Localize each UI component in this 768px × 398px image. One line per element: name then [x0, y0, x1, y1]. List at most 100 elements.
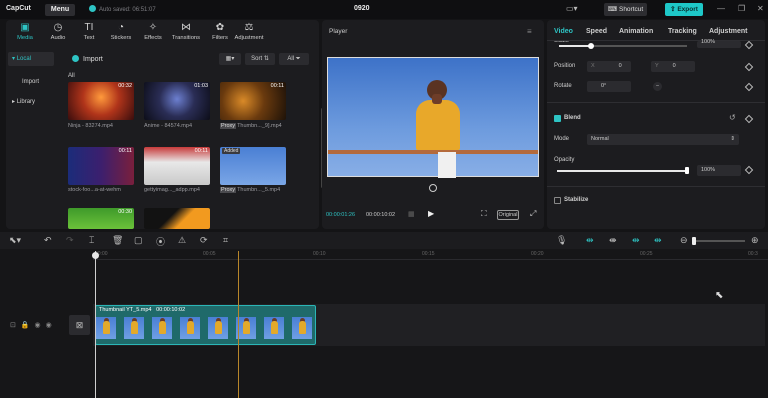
- media-item[interactable]: 00:32: [68, 82, 134, 120]
- media-item[interactable]: [144, 208, 210, 229]
- position-keyframe-icon[interactable]: [744, 62, 754, 72]
- mode-select[interactable]: Normal ⇕: [587, 134, 739, 145]
- zoom-in-icon[interactable]: ⊕: [751, 235, 759, 246]
- opacity-slider-knob[interactable]: [685, 167, 689, 174]
- stabilize-label: Stabilize: [564, 197, 589, 203]
- video-preview[interactable]: [327, 57, 539, 178]
- maximize-icon[interactable]: ❐: [738, 4, 745, 13]
- cover-icon[interactable]: ⊡: [10, 322, 16, 329]
- scale-keyframe-icon[interactable]: [744, 40, 754, 50]
- sidebar-item-import[interactable]: Import: [8, 75, 54, 89]
- frame-grid-icon[interactable]: ▦: [408, 210, 415, 218]
- media-item[interactable]: 00:30: [68, 208, 134, 229]
- scale-input[interactable]: 100%: [697, 39, 741, 48]
- opacity-input[interactable]: 100%: [697, 165, 741, 176]
- split-icon[interactable]: ⌶: [89, 235, 94, 246]
- close-icon[interactable]: ✕: [757, 4, 764, 13]
- rotate-icon[interactable]: ⟳: [200, 235, 208, 246]
- undo-icon[interactable]: ↶: [44, 235, 52, 246]
- zoom-slider[interactable]: [693, 240, 745, 242]
- reverse-icon[interactable]: ⦿: [156, 235, 165, 248]
- sort-button[interactable]: Sort ⇅: [245, 53, 275, 65]
- mirror-icon[interactable]: ⚠: [178, 235, 186, 246]
- stickers-icon: ◔: [117, 22, 125, 33]
- opacity-keyframe-icon[interactable]: [744, 165, 754, 175]
- snap-icon[interactable]: ⇹: [632, 235, 640, 246]
- sidebar-item-local[interactable]: ▾ Local: [8, 52, 54, 66]
- tool-effects[interactable]: ✧ Effects: [138, 22, 168, 41]
- tool-bar: ▣ Media ◷ Audio TI Text ◔ Stickers ✧ Effects …: [6, 20, 319, 48]
- clip-frame: [152, 317, 172, 339]
- delete-icon[interactable]: 🗑: [112, 235, 123, 246]
- freeze-icon[interactable]: ▢: [134, 235, 143, 246]
- select-tool-icon[interactable]: ⬉▾: [9, 235, 21, 246]
- rotate-dial-icon[interactable]: –: [653, 82, 662, 91]
- tool-text[interactable]: TI Text: [74, 22, 104, 41]
- ruler-tick: 00:3: [748, 251, 758, 257]
- cover-button[interactable]: ⊠: [69, 315, 90, 335]
- menu-button[interactable]: Menu: [45, 4, 75, 16]
- link-clips-icon[interactable]: ⇹: [586, 235, 594, 246]
- tool-adjustment[interactable]: ⚖ Adjustment: [231, 22, 267, 41]
- preview-axis-icon[interactable]: ⇹: [654, 235, 662, 246]
- media-item-name: Anime - 84574.mp4: [144, 123, 192, 129]
- crop-icon[interactable]: ⌗: [223, 235, 228, 246]
- video-clip[interactable]: Thumbnail YT_5.mp4 00:00:10:02: [95, 305, 316, 345]
- project-title[interactable]: 0920: [354, 5, 370, 12]
- stabilize-checkbox[interactable]: [554, 197, 561, 204]
- fullscreen-crop-icon[interactable]: ⛶: [481, 209, 487, 219]
- tab-speed[interactable]: Speed: [586, 28, 607, 35]
- tool-media[interactable]: ▣ Media: [10, 22, 40, 41]
- zoom-out-icon[interactable]: ⊖: [680, 235, 688, 246]
- position-label: Position: [554, 63, 576, 69]
- media-item[interactable]: 01:03: [144, 82, 210, 120]
- divider: [547, 186, 765, 187]
- zoom-slider-knob[interactable]: [692, 237, 696, 245]
- blend-keyframe-icon[interactable]: [744, 114, 754, 124]
- tab-animation[interactable]: Animation: [619, 28, 653, 35]
- reset-icon[interactable]: ↺: [729, 113, 736, 122]
- tool-stickers[interactable]: ◔ Stickers: [106, 22, 136, 41]
- layout-icon[interactable]: ▭▾: [566, 4, 586, 16]
- rotate-keyframe-icon[interactable]: [744, 82, 754, 92]
- redo-icon[interactable]: ↷: [66, 235, 74, 246]
- playhead[interactable]: [95, 251, 96, 398]
- view-toggle-button[interactable]: ▦▾: [219, 53, 241, 65]
- magnet-icon[interactable]: ⇼: [609, 235, 617, 246]
- clip-frame: [292, 317, 312, 339]
- sidebar-item-library[interactable]: ▸ Library: [8, 95, 54, 109]
- visibility-icon[interactable]: ◉: [35, 322, 41, 329]
- tab-video[interactable]: Video: [554, 28, 573, 35]
- playhead-handle[interactable]: [92, 252, 99, 259]
- microphone-icon[interactable]: 🎙: [556, 235, 567, 246]
- media-item[interactable]: Added: [220, 147, 286, 185]
- player-menu-icon[interactable]: ≡: [527, 27, 532, 36]
- minimize-icon[interactable]: —: [717, 4, 725, 13]
- tool-transitions[interactable]: ⋈ Transitions: [169, 22, 203, 41]
- tab-tracking[interactable]: Tracking: [668, 28, 697, 35]
- blend-checkbox[interactable]: [554, 115, 561, 122]
- timeline[interactable]: 00:00 00:05 00:10 00:15 00:20 00:25 00:3…: [0, 249, 768, 398]
- ratio-original-button[interactable]: Original: [497, 210, 519, 220]
- media-item[interactable]: 00:11: [68, 147, 134, 185]
- play-button[interactable]: ▶: [428, 209, 434, 218]
- scale-slider-knob[interactable]: [588, 43, 594, 49]
- media-item[interactable]: 00:11: [220, 82, 286, 120]
- player-panel: Player ≡ 00:00:01:26 00:00:10:02 ▦ ▶ ⛶ O…: [322, 20, 544, 229]
- import-button[interactable]: Import: [72, 55, 103, 63]
- media-item[interactable]: 00:11: [144, 147, 210, 185]
- rotate-input[interactable]: 0°: [587, 81, 631, 92]
- position-x-input[interactable]: X0: [587, 61, 631, 72]
- position-y-input[interactable]: Y0: [651, 61, 695, 72]
- shortcut-button[interactable]: ⌨ Shortcut: [604, 3, 647, 16]
- expand-icon[interactable]: ⤢: [530, 209, 536, 219]
- lock-icon[interactable]: 🔒: [21, 322, 30, 329]
- clip-frame: [236, 317, 256, 339]
- export-button[interactable]: ⇪ Export: [665, 3, 703, 16]
- filter-button[interactable]: All ⏷: [279, 53, 309, 65]
- tool-audio[interactable]: ◷ Audio: [43, 22, 73, 41]
- tab-adjustment[interactable]: Adjustment: [709, 28, 748, 35]
- rotate-handle-icon[interactable]: [429, 184, 437, 192]
- mute-icon[interactable]: ◉: [46, 322, 52, 329]
- app-logo: CapCut: [6, 5, 31, 12]
